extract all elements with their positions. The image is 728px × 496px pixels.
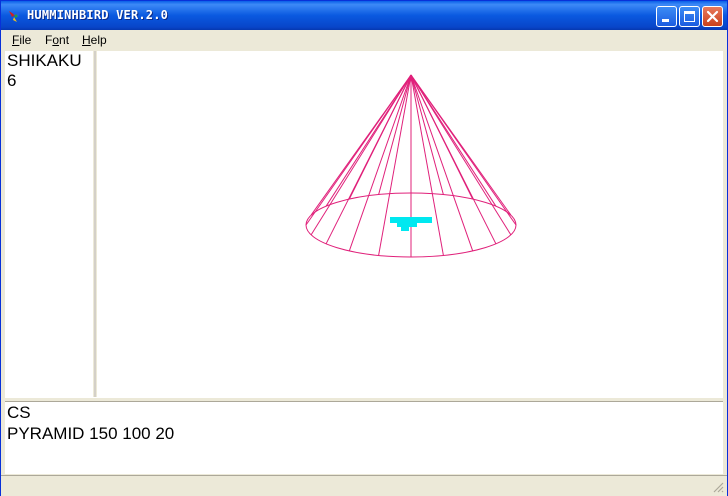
- cone-edge-line: [325, 74, 412, 207]
- cone-edge-line: [410, 74, 444, 195]
- shape-list-line: 6: [7, 71, 17, 90]
- wireframe-cone: [305, 74, 517, 258]
- maximize-button[interactable]: [679, 6, 700, 27]
- command-line: PYRAMID 150 100 20: [7, 424, 175, 443]
- menu-bar: File Font Help: [1, 30, 727, 50]
- cone-edge-line: [410, 74, 474, 252]
- menu-help-accel: H: [82, 33, 91, 47]
- close-button[interactable]: [702, 6, 723, 27]
- status-bar: [1, 475, 727, 496]
- hummingbird-app-icon: [9, 11, 20, 22]
- menu-help[interactable]: Help: [82, 33, 107, 47]
- title-bar[interactable]: HUMMINHBIRD VER.2.0: [1, 1, 727, 30]
- close-icon: [706, 10, 719, 23]
- cone-edge-line: [310, 74, 412, 216]
- menu-font-rest: nt: [59, 33, 70, 47]
- menu-help-rest: elp: [90, 33, 107, 47]
- resize-grip-icon[interactable]: [712, 481, 724, 493]
- drawing-canvas[interactable]: [97, 51, 723, 397]
- menu-file-rest: ile: [19, 33, 32, 47]
- command-pane[interactable]: CS PYRAMID 150 100 20: [5, 402, 723, 474]
- cone-edge-line: [410, 74, 512, 216]
- minimize-icon: [662, 19, 669, 22]
- maximize-icon: [684, 11, 695, 22]
- shape-list-line: SHIKAKU: [7, 51, 82, 70]
- app-window: HUMMINHBIRD VER.2.0 File Font Help SHIKA…: [0, 0, 728, 496]
- cone-edge-line: [378, 74, 412, 195]
- menu-font[interactable]: Font: [45, 33, 69, 47]
- cone-edge-line: [410, 74, 444, 256]
- cone-edge-line: [348, 74, 412, 200]
- menu-file[interactable]: File: [12, 33, 31, 47]
- vertical-splitter[interactable]: [94, 51, 96, 397]
- shape-list-pane[interactable]: SHIKAKU 6: [5, 51, 96, 397]
- cone-edge-line: [410, 74, 497, 207]
- minimize-button[interactable]: [656, 6, 677, 27]
- window-title: HUMMINHBIRD VER.2.0: [27, 8, 169, 22]
- cone-edge-line: [410, 74, 474, 200]
- command-line: CS: [7, 403, 31, 422]
